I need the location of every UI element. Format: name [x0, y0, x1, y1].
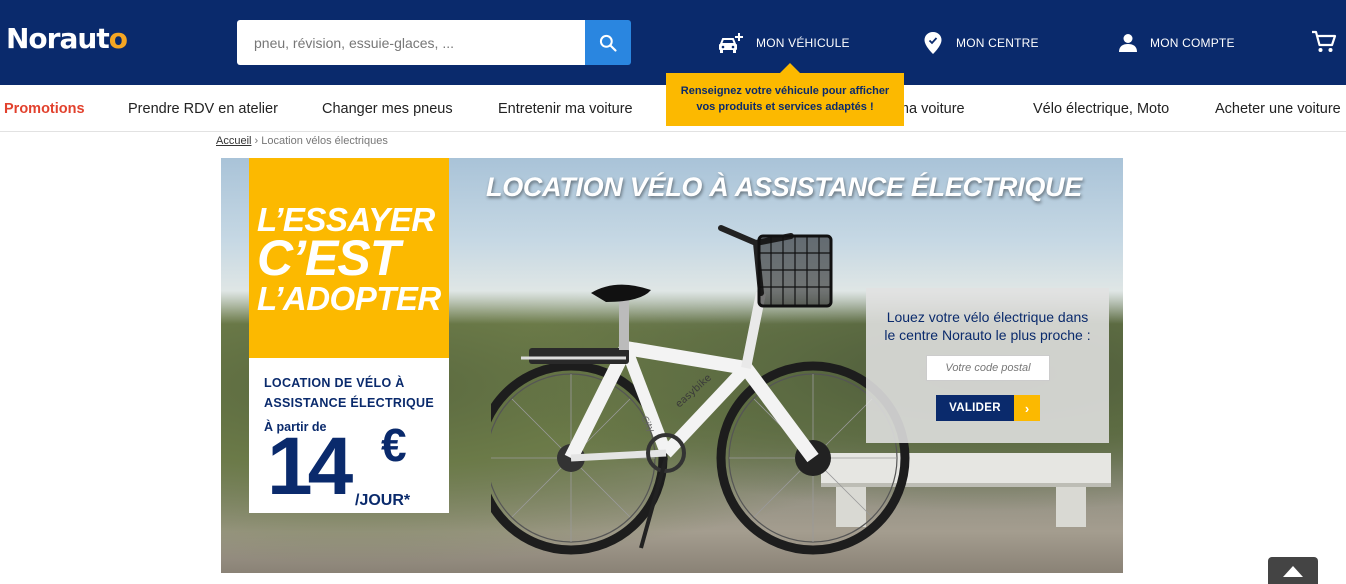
slogan-line-3: L’ADOPTER: [257, 279, 441, 317]
promo-price: 14: [267, 421, 353, 512]
tooltip-line-2: vos produits et services adaptés !: [696, 101, 874, 113]
rental-search-panel: Louez votre vélo électrique dans le cent…: [866, 288, 1109, 443]
electric-bike-image: easybike City: [491, 225, 910, 555]
user-icon: [1119, 34, 1137, 52]
norauto-logo[interactable]: Norauto: [6, 22, 128, 55]
mon-vehicule-link[interactable]: MON VÉHICULE: [718, 30, 850, 56]
tooltip-arrow: [780, 63, 800, 73]
valider-button[interactable]: VALIDER ›: [936, 395, 1040, 421]
breadcrumb: Accueil › Location vélos électriques: [216, 135, 388, 147]
logo-text-o: o: [108, 22, 128, 55]
panel-line-1: Louez votre vélo électrique dans: [886, 309, 1089, 325]
mon-centre-label: MON CENTRE: [956, 36, 1039, 50]
valider-label: VALIDER: [936, 395, 1014, 421]
cart-button[interactable]: [1311, 30, 1337, 59]
promo-price-box: LOCATION DE VÉLO À ASSISTANCE ÉLECTRIQUE…: [249, 358, 449, 513]
search-icon: [599, 34, 617, 52]
nav-item-entretenir-voiture[interactable]: Entretenir ma voiture: [498, 101, 633, 117]
location-pin-icon: [924, 32, 942, 54]
banner-title: LOCATION VÉLO À ASSISTANCE ÉLECTRIQUE: [486, 172, 1082, 202]
promo-line-1: LOCATION DE VÉLO À: [264, 376, 405, 390]
chevron-right-icon: ›: [1014, 395, 1040, 421]
promo-slogan-box: L’ESSAYER C’EST L’ADOPTER: [249, 158, 449, 358]
mon-compte-link[interactable]: MON COMPTE: [1118, 30, 1235, 56]
nav-item-promotions[interactable]: Promotions: [4, 101, 85, 117]
search-input[interactable]: [237, 20, 585, 65]
search-button[interactable]: [585, 20, 631, 65]
nav-item-velo-moto[interactable]: Vélo électrique, Moto: [1033, 101, 1169, 117]
tooltip-line-1: Renseignez votre véhicule pour afficher: [680, 85, 890, 97]
arrow-up-icon: [1283, 565, 1303, 577]
cart-icon: [1312, 30, 1337, 52]
breadcrumb-home[interactable]: Accueil: [216, 135, 251, 147]
car-add-icon: [719, 33, 743, 53]
panel-line-2: le centre Norauto le plus proche :: [884, 327, 1091, 343]
promo-currency: €: [381, 419, 407, 471]
scroll-to-top-button[interactable]: [1268, 557, 1318, 584]
logo-text-accent: t: [96, 22, 109, 55]
nav-item-prendre-rdv[interactable]: Prendre RDV en atelier: [128, 101, 278, 117]
nav-item-acheter-voiture[interactable]: Acheter une voiture: [1215, 101, 1341, 117]
vehicle-tooltip: Renseignez votre véhicule pour afficher …: [666, 73, 904, 126]
breadcrumb-current: Location vélos électriques: [261, 135, 388, 147]
promo-line-2: ASSISTANCE ÉLECTRIQUE: [264, 396, 434, 410]
breadcrumb-separator: ›: [254, 135, 259, 147]
mon-vehicule-label: MON VÉHICULE: [756, 36, 850, 50]
hero-banner: easybike City LOCATION VÉLO À ASSISTANCE…: [221, 158, 1123, 573]
promo-unit: /JOUR*: [355, 492, 411, 509]
nav-item-changer-pneus[interactable]: Changer mes pneus: [322, 101, 453, 117]
postal-code-input[interactable]: [926, 355, 1050, 381]
mon-centre-link[interactable]: MON CENTRE: [922, 30, 1039, 56]
slogan-line-2: C’EST: [257, 230, 400, 287]
logo-text: Norau: [6, 22, 97, 55]
mon-compte-label: MON COMPTE: [1150, 36, 1235, 50]
